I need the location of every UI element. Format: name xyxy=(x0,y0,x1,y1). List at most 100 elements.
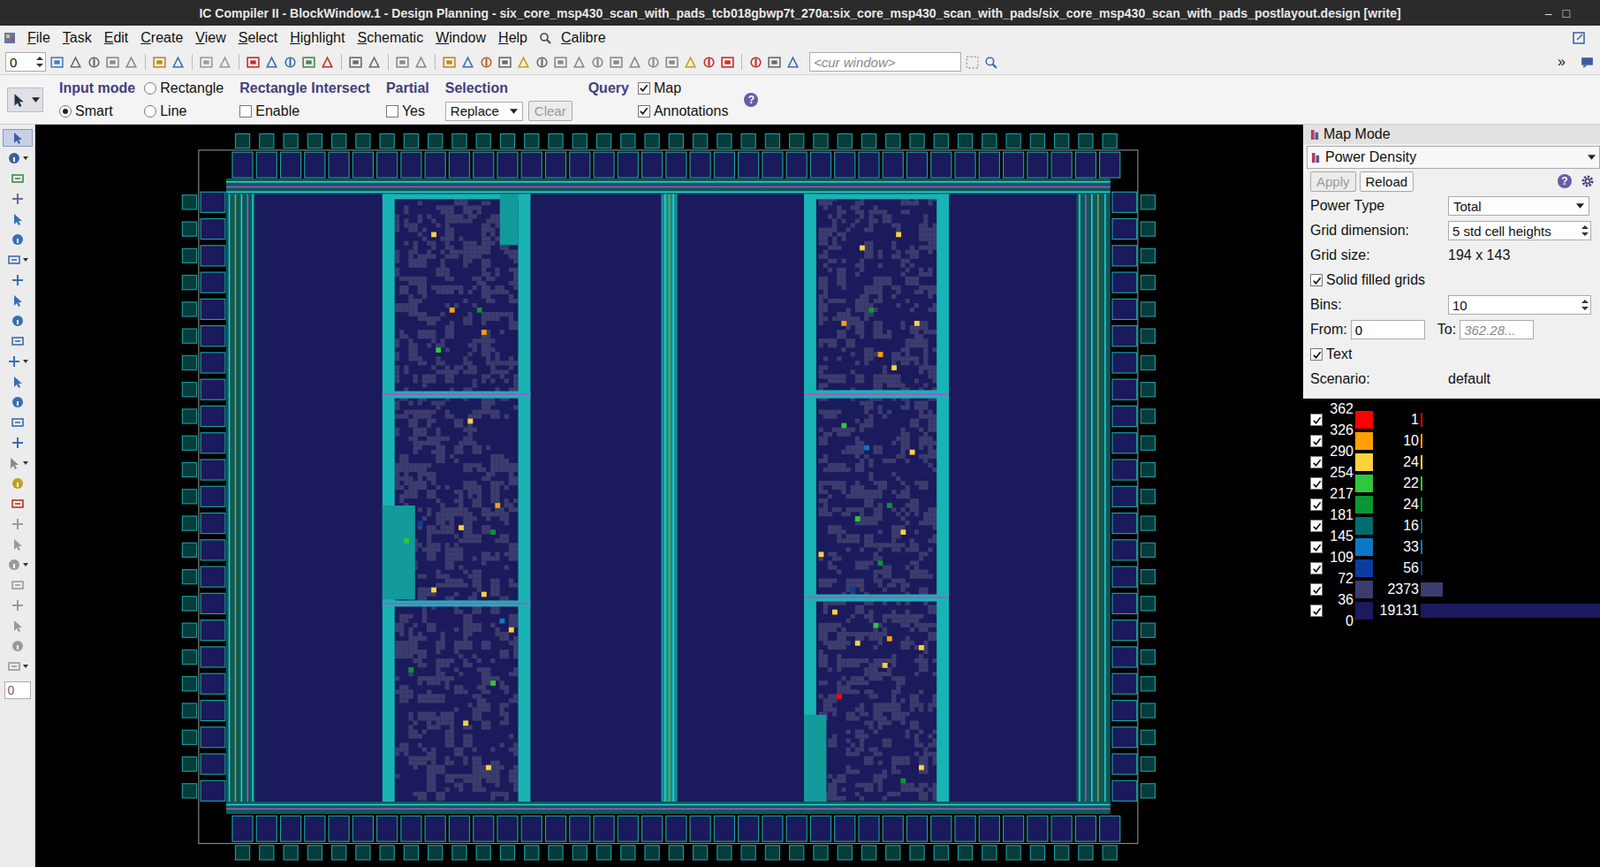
bond-pad[interactable] xyxy=(886,133,901,148)
io-pad-cell[interactable] xyxy=(834,815,856,842)
tool-icon[interactable] xyxy=(198,54,214,70)
bond-pad[interactable] xyxy=(1140,248,1155,263)
bond-pad[interactable] xyxy=(596,845,611,860)
bond-pad[interactable] xyxy=(181,649,197,664)
bond-pad[interactable] xyxy=(1030,845,1045,860)
bond-pad[interactable] xyxy=(379,845,395,860)
io-pad-cell[interactable] xyxy=(1075,151,1096,178)
io-pad-cell[interactable] xyxy=(1112,539,1138,561)
tool-icon[interactable] xyxy=(348,54,364,70)
left-tool-button[interactable] xyxy=(2,311,33,330)
bond-pad[interactable] xyxy=(428,133,443,148)
left-tool-button[interactable] xyxy=(2,128,33,147)
tool-icon[interactable] xyxy=(553,54,569,70)
bond-pad[interactable] xyxy=(1140,596,1155,611)
menu-item[interactable]: Select xyxy=(232,30,284,46)
input-mode-radio[interactable] xyxy=(144,82,157,95)
left-tool-button[interactable] xyxy=(2,372,33,391)
bond-pad[interactable] xyxy=(181,569,197,584)
menu-item[interactable]: Calibre xyxy=(554,30,613,46)
bond-pad[interactable] xyxy=(789,845,804,860)
io-pad-cell[interactable] xyxy=(1112,459,1138,480)
io-pad-cell[interactable] xyxy=(521,815,542,842)
left-tool-button[interactable] xyxy=(2,271,33,289)
bond-pad[interactable] xyxy=(1140,195,1155,210)
io-pad-cell[interactable] xyxy=(352,815,373,842)
left-toolbar-spinner[interactable]: 0 xyxy=(4,681,31,699)
clear-button[interactable]: Clear xyxy=(528,100,573,122)
io-pad-cell[interactable] xyxy=(200,352,226,373)
tool-icon[interactable] xyxy=(627,54,643,70)
io-pad-cell[interactable] xyxy=(569,151,591,178)
bond-pad[interactable] xyxy=(621,845,636,860)
left-tool-button[interactable] xyxy=(2,352,33,371)
selection-dropdown[interactable]: Replace xyxy=(445,101,524,122)
bond-pad[interactable] xyxy=(668,845,683,860)
input-mode-option[interactable]: Line xyxy=(144,103,224,120)
io-pad-cell[interactable] xyxy=(666,151,687,178)
bond-pad[interactable] xyxy=(1140,302,1155,317)
tool-icon[interactable] xyxy=(682,54,698,70)
bond-pad[interactable] xyxy=(1006,133,1021,148)
io-pad-cell[interactable] xyxy=(377,151,398,178)
bond-pad[interactable] xyxy=(500,133,515,148)
bond-pad[interactable] xyxy=(1054,133,1070,148)
io-pad-cell[interactable] xyxy=(738,815,759,842)
bond-pad[interactable] xyxy=(1054,845,1070,860)
power-density-map[interactable] xyxy=(35,124,1304,867)
left-tool-button[interactable] xyxy=(2,555,33,574)
bond-pad[interactable] xyxy=(1140,729,1155,744)
bond-pad[interactable] xyxy=(379,133,395,148)
io-pad-cell[interactable] xyxy=(1112,352,1138,373)
enable-checkbox[interactable] xyxy=(239,105,252,118)
tool-icon[interactable] xyxy=(301,54,317,70)
bond-pad[interactable] xyxy=(1006,845,1021,860)
bond-pad[interactable] xyxy=(668,133,683,148)
query-checkbox[interactable] xyxy=(637,105,651,118)
io-pad-cell[interactable] xyxy=(521,151,542,178)
bond-pad[interactable] xyxy=(1102,845,1117,860)
left-tool-button[interactable] xyxy=(2,189,33,208)
bond-pad[interactable] xyxy=(717,845,732,860)
bond-pad[interactable] xyxy=(181,409,197,424)
io-pad-cell[interactable] xyxy=(377,815,398,842)
io-pad-cell[interactable] xyxy=(200,753,226,774)
bond-pad[interactable] xyxy=(909,133,925,148)
tool-icon[interactable] xyxy=(748,54,764,70)
left-tool-button[interactable] xyxy=(2,169,33,188)
bond-pad[interactable] xyxy=(861,845,876,860)
tool-icon[interactable] xyxy=(366,54,382,70)
io-pad-cell[interactable] xyxy=(1112,673,1138,694)
bond-pad[interactable] xyxy=(181,462,197,477)
bond-pad[interactable] xyxy=(181,622,197,637)
bond-pad[interactable] xyxy=(181,355,197,370)
tool-icon[interactable] xyxy=(123,54,139,70)
io-pad-cell[interactable] xyxy=(328,815,349,842)
bond-pad[interactable] xyxy=(356,133,371,148)
bond-pad[interactable] xyxy=(1140,462,1155,477)
io-pad-cell[interactable] xyxy=(200,673,226,694)
bond-pad[interactable] xyxy=(1140,275,1155,290)
bond-pad[interactable] xyxy=(181,435,197,450)
io-pad-cell[interactable] xyxy=(545,151,566,178)
io-pad-cell[interactable] xyxy=(352,151,373,178)
io-pad-cell[interactable] xyxy=(955,151,976,178)
menu-item[interactable]: Help xyxy=(492,30,534,46)
io-pad-cell[interactable] xyxy=(1099,151,1121,178)
tool-icon[interactable] xyxy=(105,54,121,70)
bond-pad[interactable] xyxy=(933,133,948,148)
io-pad-cell[interactable] xyxy=(401,151,422,178)
bond-pad[interactable] xyxy=(1140,676,1155,691)
current-window-field[interactable] xyxy=(809,52,962,72)
bond-pad[interactable] xyxy=(693,133,708,148)
tool-icon[interactable] xyxy=(701,54,717,70)
bond-pad[interactable] xyxy=(428,845,443,860)
bond-pad[interactable] xyxy=(181,302,197,317)
io-pad-cell[interactable] xyxy=(690,815,711,842)
io-pad-cell[interactable] xyxy=(1112,298,1138,319)
bond-pad[interactable] xyxy=(548,133,563,148)
bond-pad[interactable] xyxy=(837,845,852,860)
window-control-button[interactable]: □ xyxy=(1562,6,1570,21)
io-pad-cell[interactable] xyxy=(1112,699,1138,721)
io-pad-cell[interactable] xyxy=(1112,753,1138,774)
